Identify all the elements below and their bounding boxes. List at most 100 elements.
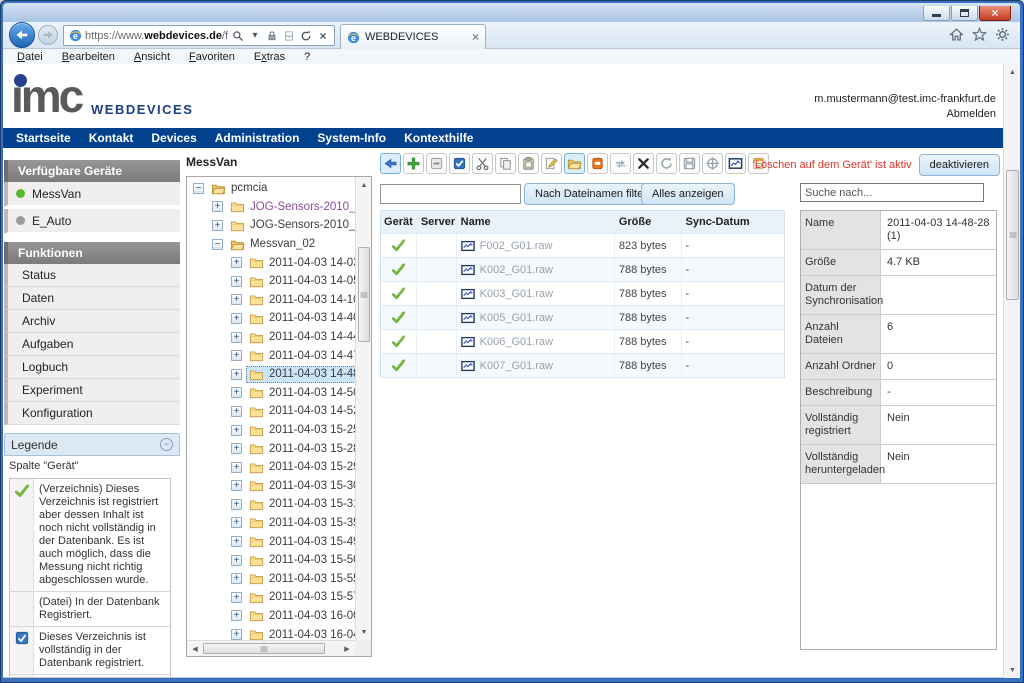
sidebar-item-logbuch[interactable]: Logbuch: [4, 356, 180, 379]
collapse-icon[interactable]: −: [212, 239, 223, 250]
home-icon[interactable]: [949, 27, 964, 42]
expand-icon[interactable]: +: [231, 462, 242, 473]
scroll-right-icon[interactable]: ▶: [339, 641, 355, 657]
sidebar-item-aufgaben[interactable]: Aufgaben: [4, 333, 180, 356]
tree-item[interactable]: +2011-04-03 14-48-28 (1): [187, 365, 355, 384]
tree-item[interactable]: +2011-04-03 16-04-09 (1): [187, 625, 355, 640]
rename-button[interactable]: [541, 153, 562, 174]
table-row[interactable]: K007_G01.raw788 bytes-: [381, 354, 784, 378]
tree-item[interactable]: +2011-04-03 14-44-34 (2): [187, 328, 355, 347]
sidebar-item-konfiguration[interactable]: Konfiguration: [4, 402, 180, 425]
show-all-button[interactable]: Alles anzeigen: [641, 183, 735, 205]
tree-item[interactable]: +2011-04-03 15-35-51 (1): [187, 514, 355, 533]
browser-tab[interactable]: e WEBDEVICES ×: [340, 24, 486, 49]
expand-icon[interactable]: +: [231, 276, 242, 287]
tree-item[interactable]: +2011-04-03 15-25-03 (1): [187, 421, 355, 440]
tree-vscroll-thumb[interactable]: [358, 247, 370, 342]
select-button[interactable]: [449, 153, 470, 174]
settings-gear-icon[interactable]: [995, 27, 1010, 42]
sidebar-item-daten[interactable]: Daten: [4, 287, 180, 310]
tree-item[interactable]: +2011-04-03 14-50-34 (1): [187, 384, 355, 403]
scroll-down-icon[interactable]: ▼: [356, 624, 372, 640]
device-item-messvan[interactable]: MessVan: [4, 182, 180, 207]
tree-item[interactable]: +2011-04-03 15-50-00 (2): [187, 551, 355, 570]
table-row[interactable]: K006_G01.raw788 bytes-: [381, 330, 784, 354]
logout-link[interactable]: Abmelden: [814, 107, 996, 122]
tree-item[interactable]: +2011-04-03 15-49-31 (2): [187, 532, 355, 551]
address-bar[interactable]: e https://www.webdevices.de/fm/index/bi …: [63, 25, 335, 46]
expand-icon[interactable]: +: [231, 332, 242, 343]
open-folder-button[interactable]: [564, 153, 585, 174]
column-header-gre[interactable]: Größe: [615, 211, 682, 233]
table-row[interactable]: K002_G01.raw788 bytes-: [381, 258, 784, 282]
expand-icon[interactable]: +: [212, 201, 223, 212]
column-header-gert[interactable]: Gerät: [381, 211, 417, 233]
expand-icon[interactable]: +: [231, 387, 242, 398]
tree-item[interactable]: −pcmcia: [187, 179, 355, 198]
table-row[interactable]: F002_G01.raw823 bytes-: [381, 234, 784, 258]
scroll-down-icon[interactable]: ▼: [1004, 662, 1021, 678]
menu-item-bearbeiten[interactable]: Bearbeiten: [62, 51, 115, 63]
tree-item[interactable]: +JOG-Sensors-2010_BAN: [187, 198, 355, 217]
scroll-up-icon[interactable]: ▲: [1004, 64, 1021, 80]
expand-icon[interactable]: +: [231, 610, 242, 621]
nav-item-startseite[interactable]: Startseite: [7, 128, 80, 148]
tree-item[interactable]: +2011-04-03 16-00-42 (4): [187, 607, 355, 626]
cancel-sync-button[interactable]: [656, 153, 677, 174]
sidebar-item-archiv[interactable]: Archiv: [4, 310, 180, 333]
browser-back-button[interactable]: [9, 22, 35, 48]
minimize-button[interactable]: [923, 6, 950, 21]
tree-item[interactable]: +2011-04-03 14-03-06 (1): [187, 253, 355, 272]
remove-button[interactable]: [633, 153, 654, 174]
stop-icon[interactable]: ×: [316, 28, 330, 44]
close-button[interactable]: ×: [979, 6, 1011, 21]
tree-item[interactable]: −Messvan_02: [187, 235, 355, 254]
menu-item-extras[interactable]: Extras: [254, 51, 285, 63]
expand-icon[interactable]: +: [231, 257, 242, 268]
expand-icon[interactable]: +: [231, 536, 242, 547]
expand-icon[interactable]: +: [212, 220, 223, 231]
collapse-icon[interactable]: −: [193, 183, 204, 194]
window-titlebar[interactable]: ×: [3, 3, 1020, 22]
menu-item-datei[interactable]: Datei: [17, 51, 43, 63]
save-button[interactable]: [679, 153, 700, 174]
expand-icon[interactable]: +: [231, 573, 242, 584]
scroll-left-icon[interactable]: ◀: [187, 641, 203, 657]
back-button[interactable]: [380, 153, 401, 174]
nav-item-administration[interactable]: Administration: [206, 128, 309, 148]
maximize-button[interactable]: [951, 6, 978, 21]
tree-item[interactable]: +2011-04-03 15-30-00 (2): [187, 477, 355, 496]
nav-item-system-info[interactable]: System-Info: [308, 128, 395, 148]
sidebar-item-status[interactable]: Status: [4, 264, 180, 287]
sync-button[interactable]: [610, 153, 631, 174]
nav-item-kontakt[interactable]: Kontakt: [80, 128, 143, 148]
deactivate-button[interactable]: deaktivieren: [919, 154, 1000, 176]
expand-icon[interactable]: +: [231, 313, 242, 324]
tree-item[interactable]: +2011-04-03 15-31-16 (1): [187, 495, 355, 514]
expand-icon[interactable]: +: [231, 499, 242, 510]
page-vscroll-thumb[interactable]: [1006, 170, 1019, 300]
add-button[interactable]: [403, 153, 424, 174]
tree-item[interactable]: +JOG-Sensors-2010_BAN_imcDe: [187, 216, 355, 235]
tree-item[interactable]: +2011-04-03 14-52-50 (1): [187, 402, 355, 421]
tree-item[interactable]: +2011-04-03 15-57-30 (3): [187, 588, 355, 607]
nav-item-kontexthilfe[interactable]: Kontexthilfe: [395, 128, 482, 148]
favorites-star-icon[interactable]: [972, 27, 987, 42]
expand-icon[interactable]: +: [231, 294, 242, 305]
menu-item-ansicht[interactable]: Ansicht: [134, 51, 170, 63]
menu-item-favoriten[interactable]: Favoriten: [189, 51, 235, 63]
tree-item[interactable]: +2011-04-03 14-47-05 (1): [187, 346, 355, 365]
legend-header[interactable]: Legende −: [4, 433, 180, 456]
nav-item-devices[interactable]: Devices: [142, 128, 205, 148]
column-header-server[interactable]: Server: [417, 211, 457, 233]
search-icon[interactable]: [231, 28, 245, 44]
search-dropdown-caret[interactable]: ▾: [248, 28, 262, 44]
page-vertical-scrollbar[interactable]: ▲ ▼: [1003, 64, 1020, 678]
column-header-syncdatum[interactable]: Sync-Datum: [682, 211, 784, 233]
table-row[interactable]: K003_G01.raw788 bytes-: [381, 282, 784, 306]
tree-item[interactable]: +2011-04-03 15-55-00 (2): [187, 569, 355, 588]
menu-item-?[interactable]: ?: [304, 51, 310, 63]
paste-button[interactable]: [518, 153, 539, 174]
search-input[interactable]: [800, 183, 984, 202]
tab-close-icon[interactable]: ×: [472, 30, 479, 44]
